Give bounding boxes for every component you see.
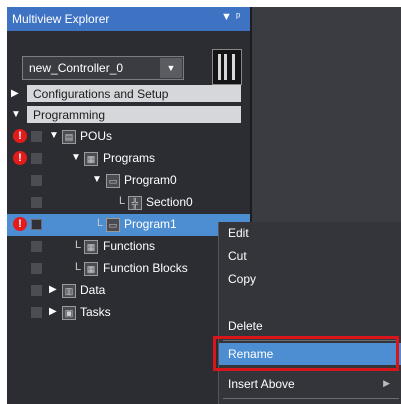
menu-item-label: Copy [228,272,257,286]
category-bar[interactable]: Configurations and Setup [27,85,241,102]
menu-separator [223,398,399,399]
function-blocks-folder-icon: ▦ [84,262,98,276]
tree-item-pous[interactable]: ! ▼ ▤ POUs [7,126,250,148]
tree-item-functions[interactable]: L ▦ Functions [7,236,250,258]
tasks-icon: ▣ [62,306,76,320]
status-box [31,197,42,208]
error-icon: ! [13,129,27,143]
status-box [31,285,42,296]
status-box [31,153,42,164]
tree-item-programs[interactable]: ! ▼ ▦ Programs [7,148,250,170]
controller-selector[interactable]: new_Controller_0 ▼ [22,56,184,80]
menu-item-delete[interactable]: Delete [219,315,401,337]
menu-item-cut[interactable]: Cut [219,245,401,267]
program-icon: ▭ [106,218,120,232]
category-label: Configurations and Setup [33,87,169,101]
collapse-arrow-icon[interactable]: ▼ [49,130,59,141]
tree-label: Program1 [124,217,177,231]
menu-item-label: Delete [228,319,263,333]
category-configurations[interactable]: ▶ Configurations and Setup [7,84,250,104]
tree-label: Program0 [124,173,177,187]
ladder-section-icon: ╬ [128,196,142,210]
expand-arrow-icon[interactable]: ▶ [49,306,57,317]
menu-item-label: Insert Above [228,377,295,391]
program-icon: ▭ [106,174,120,188]
tree-label: POUs [80,129,113,143]
tree-item-tasks[interactable]: ▶ ▣ Tasks [7,302,250,324]
status-box [31,175,42,186]
tree-item-program1[interactable]: ! L ▭ Program1 [7,214,250,236]
error-icon: ! [13,151,27,165]
collapse-arrow-icon[interactable]: ▼ [11,109,21,120]
panel-title: Multiview Explorer [12,12,110,26]
pin-icon[interactable]: ᵖ [236,11,240,23]
collapse-arrow-icon[interactable]: ▼ [71,152,81,163]
tree-item-section0[interactable]: L ╬ Section0 [7,192,250,214]
highlight-frame [213,336,399,371]
status-box [31,241,42,252]
dropdown-menu-icon[interactable]: ▼ [221,11,232,23]
tree-label: Tasks [80,305,111,319]
controller-device-icon [212,49,242,85]
tree-connector: L [75,239,82,251]
tree-item-data[interactable]: ▶ ▥ Data [7,280,250,302]
screen: Multiview Explorer ▼ ᵖ new_Controller_0 … [0,0,401,404]
data-table-icon: ▥ [62,284,76,298]
error-icon: ! [13,217,27,231]
menu-item-label: Cut [228,249,247,263]
tree-connector: L [97,217,104,229]
expand-arrow-icon[interactable]: ▶ [11,88,19,99]
tree-label: Function Blocks [103,261,188,275]
collapse-arrow-icon[interactable]: ▼ [92,174,102,185]
status-box [31,263,42,274]
menu-item-label: Edit [228,226,249,240]
menu-item-edit[interactable]: Edit [219,222,401,244]
status-box [31,219,42,230]
status-box [31,307,42,318]
tree-connector: L [75,261,82,273]
context-menu: Edit Cut Copy Delete Rename Insert Above… [218,222,401,404]
category-programming[interactable]: ▼ Programming [7,105,250,125]
controller-selector-value: new_Controller_0 [29,61,124,75]
chevron-down-icon[interactable]: ▼ [160,58,182,78]
menu-item-copy[interactable]: Copy [219,268,401,290]
category-bar[interactable]: Programming [27,106,241,123]
category-label: Programming [33,108,106,122]
tree-item-function-blocks[interactable]: L ▦ Function Blocks [7,258,250,280]
programs-folder-icon: ▦ [84,152,98,166]
status-box [31,131,42,142]
tree-item-program0[interactable]: ▼ ▭ Program0 [7,170,250,192]
submenu-arrow-icon: ▶ [383,378,390,388]
pou-folder-icon: ▤ [62,130,76,144]
tree-label: Data [80,283,106,297]
menu-item-insert-above[interactable]: Insert Above ▶ [219,373,401,395]
functions-folder-icon: ▦ [84,240,98,254]
tree-label: Section0 [146,195,193,209]
expand-arrow-icon[interactable]: ▶ [49,284,57,295]
panel-title-bar: Multiview Explorer ▼ ᵖ [7,7,250,31]
tree-label: Programs [103,151,156,165]
tree-label: Functions [103,239,156,253]
tree-connector: L [119,195,126,207]
